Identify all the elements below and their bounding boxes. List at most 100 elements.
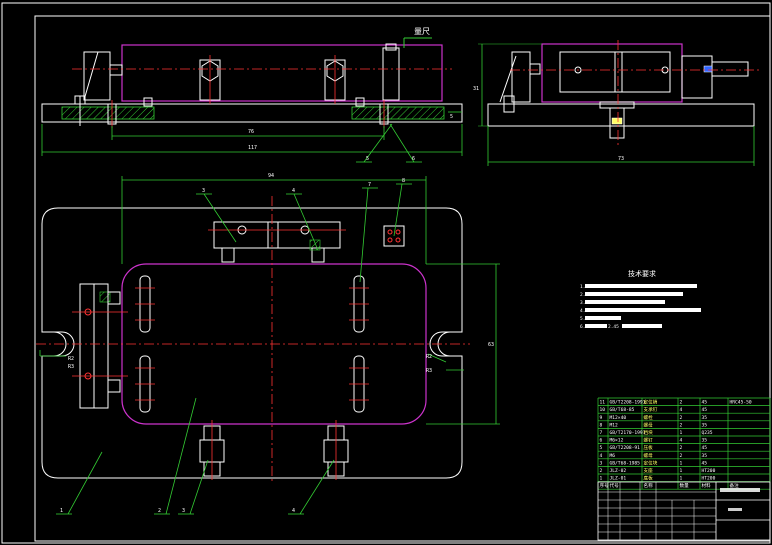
side-workpiece	[541, 43, 683, 103]
bom-cell-code: GB/T2208-1991	[610, 400, 646, 406]
plan-top-clamp	[213, 221, 341, 249]
bom-cell-name: 螺钉	[644, 437, 654, 444]
bom-cell-mat: 35	[702, 415, 708, 421]
bom-cell-qty: 1	[680, 476, 683, 482]
bom-cell-mat: 45	[702, 460, 708, 466]
bom-cell-mat: HT200	[702, 476, 716, 482]
bom-cell-name: 支承钉	[644, 406, 658, 413]
plan-leader-top-1: 3	[202, 188, 205, 194]
bom-cell-code: M6	[610, 453, 616, 459]
bom-header-cell: 材料	[702, 482, 712, 489]
bom-cell-no: 4	[600, 453, 603, 459]
bom-cell-note: HRC45-50	[730, 400, 752, 406]
bom-cell-mat: 45	[702, 400, 708, 406]
tech-req-item-6: 6.	[580, 324, 585, 330]
bom-cell-code: JLZ-02	[610, 468, 627, 474]
bom-table: 11 GB/T2208-1991定位销 2 45 HRC45-5010 GB/T68-85…	[597, 397, 771, 490]
bom-cell-name: 压板	[644, 444, 654, 451]
bom-cell-code: GB/T2170-1991	[610, 430, 646, 436]
front-dim-inner: 76	[248, 129, 254, 135]
plan-leader-bottom-3: 3	[182, 508, 185, 514]
bom-cell-code: M12	[610, 422, 619, 428]
bom-cell-name: 螺母	[644, 452, 654, 459]
plan-bottom-screws	[199, 425, 349, 477]
tech-req-item-4: 4.	[580, 308, 585, 314]
bom-cell-mat: 45	[702, 445, 708, 451]
bom-header-cell: 序号	[600, 482, 610, 489]
plan-leader-bottom-1: 1	[60, 508, 63, 514]
bom-cell-no: 8	[600, 422, 603, 428]
bom-cell-no: 7	[600, 430, 603, 436]
front-view: 量尺 5 76 117 5 6	[41, 27, 463, 163]
plan-dim-left-small: R3	[68, 364, 74, 370]
title-block	[597, 481, 771, 541]
front-dim-overall: 117	[248, 145, 257, 151]
bom-cell-no: 10	[600, 407, 606, 413]
plan-dim-right-small: R3	[426, 368, 432, 374]
bom-cell-name: 定位块	[644, 459, 658, 466]
plan-dim-right-r: R2	[426, 354, 432, 360]
bom-cell-qty: 2	[680, 422, 683, 428]
bom-cell-no: 11	[600, 400, 606, 406]
front-leader-label-1: 5	[366, 156, 369, 162]
bom-cell-qty: 1	[680, 430, 683, 436]
front-leader-label-2: 6	[412, 156, 415, 162]
bom-cell-no: 1	[600, 476, 603, 482]
plan-leader-bottom-2: 2	[158, 508, 161, 514]
tech-requirements: 技术要求 1. 2. 3. 4. 5. 6. 2.45	[580, 269, 701, 330]
bom-cell-mat: Q235	[702, 430, 713, 436]
bom-cell-no: 3	[600, 460, 603, 466]
bom-cell-name: 螺栓	[644, 414, 654, 421]
bom-cell-code: GB/T2208-91	[610, 445, 641, 451]
bom-cell-code: M6×12	[610, 438, 624, 444]
bom-cell-mat: 45	[702, 407, 708, 413]
side-view: 31 73	[473, 40, 760, 166]
bom-cell-mat: HT200	[702, 468, 716, 474]
bom-cell-qty: 1	[680, 468, 683, 474]
front-left-support	[83, 51, 111, 101]
plan-dim-right: 63	[488, 342, 494, 348]
bom-cell-qty: 2	[680, 453, 683, 459]
plan-leader-top-3: 7	[368, 182, 371, 188]
cad-drawing: 量尺 5 76 117 5 6 31 73 94 63 R2 R3 R2 R3 …	[0, 0, 772, 545]
bom-cell-no: 2	[600, 468, 603, 474]
bom-cell-mat: 35	[702, 438, 708, 444]
inner-border	[34, 15, 771, 542]
plan-view: 94 63 R2 R3 R2 R3 3 4 7 8 1 2 3 4	[36, 173, 500, 515]
bom-cell-qty: 2	[680, 400, 683, 406]
plan-dim-top: 94	[268, 173, 274, 179]
tech-req-item-1: 1.	[580, 284, 585, 290]
bom-cell-code: JLZ-01	[610, 476, 627, 482]
bom-cell-qty: 4	[680, 407, 683, 413]
front-base-hatch-right	[351, 106, 445, 120]
bom-header-cell: 代号	[610, 482, 620, 489]
bom-cell-code: M12×40	[610, 415, 627, 421]
tech-req-item-2: 2.	[580, 292, 585, 298]
tech-req-item-3: 3.	[580, 300, 585, 306]
bom-cell-name: 支座	[644, 467, 654, 474]
front-workpiece	[121, 44, 443, 102]
bom-header-cell: 名称	[644, 482, 654, 489]
tech-req-title: 技术要求	[628, 269, 656, 278]
bom-cell-no: 5	[600, 445, 603, 451]
side-dim-height: 31	[473, 86, 479, 92]
bom-cell-qty: 4	[680, 438, 683, 444]
bom-cell-name: 螺母	[644, 421, 654, 428]
plan-leader-bottom-4: 4	[292, 508, 295, 514]
bom-cell-no: 6	[600, 438, 603, 444]
bom-cell-qty: 2	[680, 415, 683, 421]
tech-req-item-5: 5.	[580, 316, 585, 322]
front-annotation-top: 量尺	[414, 27, 430, 36]
bom-cell-mat: 35	[702, 422, 708, 428]
bom-cell-qty: 2	[680, 445, 683, 451]
tech-req-note: 2.45	[608, 324, 619, 330]
plan-leader-top-4: 8	[402, 178, 405, 184]
bom-header-cell: 数量	[680, 482, 690, 489]
bom-cell-name: 挡块	[644, 429, 654, 436]
bom-cell-code: GB/T68-1985	[610, 460, 641, 466]
bom-cell-name: 底板	[644, 475, 654, 482]
side-dim-width: 73	[618, 156, 624, 162]
bom-cell-qty: 1	[680, 460, 683, 466]
bom-cell-name: 定位销	[644, 399, 658, 406]
bom-cell-mat: 35	[702, 453, 708, 459]
